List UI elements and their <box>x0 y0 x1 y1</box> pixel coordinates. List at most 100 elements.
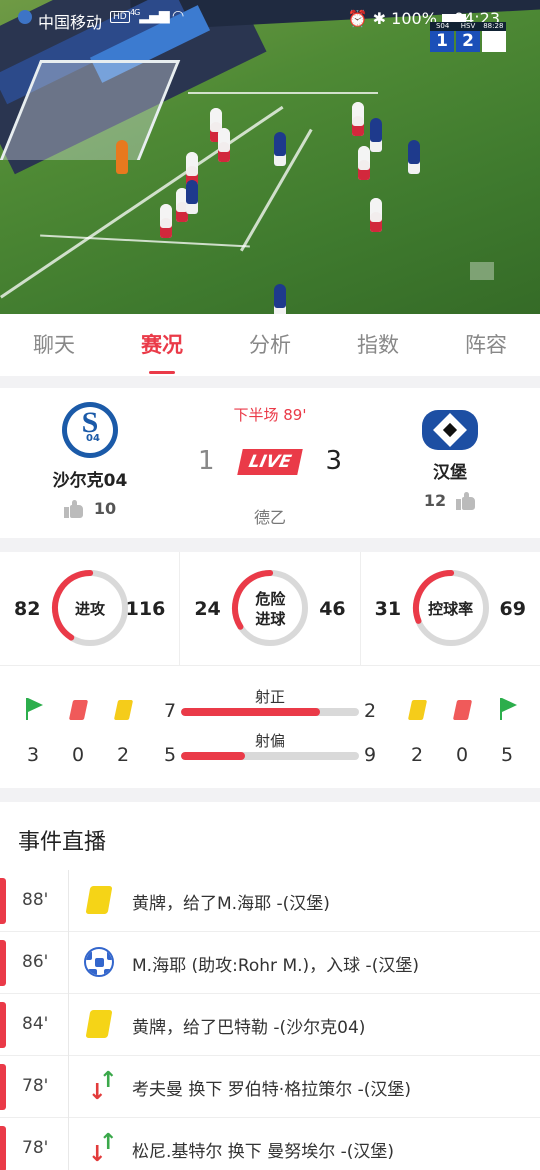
player <box>358 146 370 180</box>
event-counts: 3 0 2 射正 7 2 射偏 5 9 2 0 5 <box>0 678 540 788</box>
event-text: M.海耶 (助攻:Rohr M.)，入球 -(汉堡) <box>132 956 419 976</box>
away-team-name: 汉堡 <box>433 463 467 483</box>
schalke-crest-icon: S 04 <box>62 402 118 458</box>
match-period: 下半场 89' <box>233 406 307 424</box>
red-card-icon <box>68 700 89 720</box>
event-text: 考夫曼 换下 罗伯特·格拉策尔 -(汉堡) <box>132 1080 412 1100</box>
video-player[interactable]: 中国移动 HD 4G▂▄▆ ◠ ⏰ ✱ 100% 04:23 S04 HSV 8… <box>0 0 540 314</box>
event-marker <box>0 1064 6 1110</box>
away-red-count: 0 <box>455 744 469 766</box>
tab-lineup[interactable]: 阵容 <box>432 314 540 376</box>
stat-away-value: 69 <box>499 598 526 620</box>
event-minute: 88' <box>22 890 49 910</box>
corner-flag-icon <box>24 698 44 720</box>
event-row[interactable]: 88' 黄牌，给了M.海耶 -(汉堡) <box>0 870 540 932</box>
away-likes[interactable]: 12 <box>390 491 510 510</box>
scorebug-home-score: 1 <box>430 31 454 52</box>
event-row[interactable]: 78' ↓ ↑ 考夫曼 换下 罗伯特·格拉策尔 -(汉堡) <box>0 1056 540 1118</box>
event-marker <box>0 940 6 986</box>
tab-match-status[interactable]: 赛况 <box>108 314 216 376</box>
home-team-name: 沙尔克04 <box>52 471 128 491</box>
stat-away-value: 116 <box>125 598 166 620</box>
shots-on-target-label: 射正 <box>254 688 285 706</box>
event-row[interactable]: 78' ↓ ↑ 松尼.基特尔 换下 曼努埃尔 -(汉堡) <box>0 1118 540 1170</box>
home-likes[interactable]: 10 <box>30 499 150 518</box>
player <box>370 118 382 152</box>
event-minute: 78' <box>22 1076 49 1096</box>
match-stats: 82 进攻 116 24 危险进球 46 31 控球率 69 3 0 2 射正 … <box>0 552 540 788</box>
event-marker <box>0 878 6 924</box>
bluetooth-icon: ✱ <box>372 9 387 28</box>
player <box>160 204 172 238</box>
event-text: 松尼.基特尔 换下 曼努埃尔 -(汉堡) <box>132 1142 395 1162</box>
pitch-line <box>188 92 378 94</box>
home-red-count: 0 <box>71 744 85 766</box>
substitution-icon: ↓ ↑ <box>88 1068 118 1105</box>
away-score: 3 <box>325 446 342 476</box>
match-header: S 04 沙尔克04 10 下半场 89' 1 LIVE 3 德乙 汉堡 12 <box>0 388 540 538</box>
stat-home-value: 31 <box>374 598 402 620</box>
stat-label: 控球率 <box>428 600 474 618</box>
scorebug-away-score: 2 <box>456 31 480 52</box>
signal-icon: 4G▂▄▆ ◠ <box>130 8 184 24</box>
live-events: 事件直播 88' 黄牌，给了M.海耶 -(汉堡) 86' M.海耶 (助攻:Ro… <box>0 802 540 1170</box>
tab-chat[interactable]: 聊天 <box>0 314 108 376</box>
away-corners-count: 5 <box>500 744 514 766</box>
player <box>218 128 230 162</box>
network-type: 4G <box>130 8 140 17</box>
sky-app-icon <box>18 10 32 24</box>
home-corners-count: 3 <box>26 744 40 766</box>
player <box>186 180 198 214</box>
scorebug-clock: 88:28 <box>483 22 504 30</box>
shots-off-target-home: 5 <box>164 744 177 766</box>
substitution-icon: ↓ ↑ <box>88 1130 118 1167</box>
stat-dangerous-attacks: 24 危险进球 46 <box>180 552 361 665</box>
event-marker <box>0 1002 6 1048</box>
stat-attacks: 82 进攻 116 <box>0 552 181 665</box>
away-yellow-count: 2 <box>410 744 424 766</box>
event-row[interactable]: 84' 黄牌，给了巴特勒 -(沙尔克04) <box>0 994 540 1056</box>
event-minute: 84' <box>22 1014 49 1034</box>
shots-on-target-home: 7 <box>164 700 177 722</box>
player <box>352 102 364 136</box>
stat-possession: 31 控球率 69 <box>361 552 540 665</box>
shots-off-target-label: 射偏 <box>254 732 285 750</box>
yellow-card-icon <box>113 700 134 720</box>
tab-odds[interactable]: 指数 <box>324 314 432 376</box>
thumbs-up-icon <box>456 491 476 510</box>
scoreline: 1 LIVE 3 <box>170 446 370 478</box>
home-like-count: 10 <box>93 499 117 518</box>
event-minute: 78' <box>22 1138 49 1158</box>
tab-bar: 聊天 赛况 分析 指数 阵容 <box>0 314 540 376</box>
event-minute: 86' <box>22 952 49 972</box>
scorebug-away: HSV <box>460 22 476 30</box>
event-text: 黄牌，给了巴特勒 -(沙尔克04) <box>132 1018 366 1038</box>
away-like-count: 12 <box>423 491 447 510</box>
thumbs-up-icon <box>63 499 84 518</box>
player <box>370 198 382 232</box>
yellow-card-icon <box>84 1008 114 1042</box>
hd-badge: HD <box>110 11 130 23</box>
shots-on-target-bar <box>181 708 359 716</box>
event-marker <box>0 1126 6 1170</box>
hamburg-crest-icon <box>422 410 478 450</box>
live-badge: LIVE <box>237 449 303 475</box>
alarm-icon: ⏰ <box>347 9 368 28</box>
player <box>408 140 420 174</box>
events-title: 事件直播 <box>18 830 107 855</box>
home-team[interactable]: S 04 沙尔克04 10 <box>30 402 150 518</box>
yellow-card-icon <box>84 884 114 918</box>
stat-home-value: 82 <box>14 598 41 620</box>
player <box>274 132 286 166</box>
player <box>274 284 286 314</box>
home-yellow-count: 2 <box>116 744 130 766</box>
event-row[interactable]: 86' M.海耶 (助攻:Rohr M.)，入球 -(汉堡) <box>0 932 540 994</box>
carrier-name: 中国移动 <box>38 13 103 32</box>
away-team[interactable]: 汉堡 12 <box>390 402 510 510</box>
home-score: 1 <box>198 446 215 476</box>
corner-flag-icon <box>498 698 518 720</box>
tv-scorebug: S04 HSV 88:28 1 2 <box>430 22 506 52</box>
tab-analysis[interactable]: 分析 <box>216 314 324 376</box>
stat-label: 危险进球 <box>255 590 286 628</box>
shots-off-target-away: 9 <box>364 744 377 766</box>
